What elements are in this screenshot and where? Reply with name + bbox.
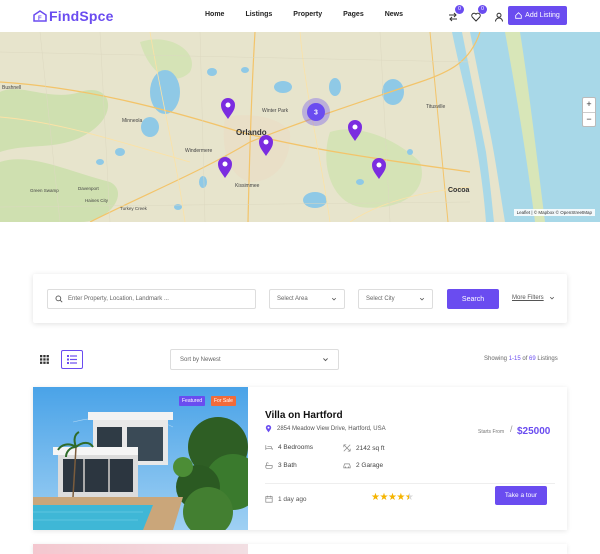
map-pin-marker[interactable] <box>221 98 235 119</box>
account-button[interactable] <box>494 9 504 22</box>
user-icon <box>495 12 503 22</box>
wishlist-button[interactable]: 0 <box>471 5 487 22</box>
results-total: 69 <box>529 356 536 362</box>
listings-map[interactable]: Orlando Bushnell Minneola Windermere Win… <box>0 32 600 222</box>
rating-stars: ★★★★★ <box>371 492 414 503</box>
bath-text: 3 Bath <box>278 462 297 469</box>
svg-text:F: F <box>38 16 42 22</box>
price-separator: / <box>510 424 513 434</box>
listing-card-next[interactable] <box>33 544 567 554</box>
price-label: Starts From <box>478 429 505 435</box>
star-icon: ★ <box>396 492 405 503</box>
chevron-down-icon <box>331 297 337 301</box>
listing-address: 2854 Meadow View Drive, Hartford, USA <box>265 425 386 433</box>
search-input[interactable]: Enter Property, Location, Landmark ... <box>47 289 256 309</box>
car-icon <box>343 463 351 469</box>
more-filters-link[interactable]: More Filters <box>512 295 555 301</box>
nav-listings[interactable]: Listings <box>245 11 272 18</box>
area-select-label: Select Area <box>277 296 308 302</box>
map-markers: 3 <box>218 98 386 179</box>
results-count: Showing 1-15 of 69 Listings <box>484 356 558 362</box>
results-suffix: Listings <box>535 356 558 362</box>
sort-select[interactable]: Sort by Newest <box>170 349 339 370</box>
svg-text:3: 3 <box>314 110 318 117</box>
search-placeholder: Enter Property, Location, Landmark ... <box>68 296 169 302</box>
posted-date: 1 day ago <box>265 495 307 503</box>
nav-property[interactable]: Property <box>293 11 322 18</box>
home-icon <box>515 12 522 19</box>
listing-image[interactable]: Featured For Sale <box>33 387 248 530</box>
zoom-in-button[interactable]: + <box>583 98 595 112</box>
map-pin-marker[interactable] <box>348 120 362 141</box>
chevron-down-icon <box>549 296 554 300</box>
posted-text: 1 day ago <box>278 495 307 503</box>
city-select-label: Select City <box>366 296 395 302</box>
zoom-out-button[interactable]: − <box>583 112 595 126</box>
main-nav: Home Listings Property Pages News <box>205 11 424 18</box>
map-pin-marker[interactable] <box>259 135 273 156</box>
results-of: of <box>520 356 530 362</box>
listing-image-next[interactable] <box>33 544 248 554</box>
bedrooms-text: 4 Bedrooms <box>278 444 314 451</box>
map-pin-marker[interactable] <box>218 157 232 178</box>
bed-icon <box>265 445 273 450</box>
search-icon <box>55 295 63 303</box>
nav-news[interactable]: News <box>385 11 403 18</box>
calendar-icon <box>265 495 273 503</box>
for-sale-tag: For Sale <box>211 396 236 406</box>
area-select[interactable]: Select Area <box>269 289 345 309</box>
area-text: 2142 sq ft <box>356 444 385 452</box>
sort-label: Sort by Newest <box>180 356 221 363</box>
search-panel: Enter Property, Location, Landmark ... S… <box>33 274 567 323</box>
grid-view-button[interactable] <box>33 350 55 369</box>
star-half-icon: ★ <box>404 492 414 503</box>
results-prefix: Showing <box>484 356 509 362</box>
listing-title[interactable]: Villa on Hartford <box>265 410 343 421</box>
location-pin-icon <box>265 425 272 433</box>
add-listing-button[interactable]: Add Listing <box>508 6 567 25</box>
star-icon: ★ <box>379 492 388 503</box>
listing-card[interactable]: Featured For Sale Villa on Hartford 2854… <box>33 387 567 530</box>
add-listing-label: Add Listing <box>525 12 560 19</box>
bath-icon <box>265 462 273 469</box>
results-range: 1-15 <box>508 356 521 362</box>
map-zoom-control: + − <box>582 97 596 127</box>
chevron-down-icon <box>419 297 425 301</box>
take-tour-button[interactable]: Take a tour <box>495 486 547 505</box>
villa-photo <box>33 387 248 530</box>
grid-icon <box>39 355 49 364</box>
card-divider <box>265 483 555 484</box>
featured-tag: Featured <box>179 396 206 406</box>
compare-badge: 0 <box>455 5 464 14</box>
map-attribution[interactable]: Leaflet | © Mapbox © OpenStreetMap <box>513 209 595 216</box>
nav-home[interactable]: Home <box>205 11 224 18</box>
nav-pages[interactable]: Pages <box>343 11 364 18</box>
garage-feature: 2 Garage <box>343 462 383 469</box>
area-icon <box>343 444 351 452</box>
area-feature: 2142 sq ft <box>343 444 385 452</box>
garage-text: 2 Garage <box>356 462 384 469</box>
logo[interactable]: F FindSpce <box>33 8 114 24</box>
list-icon <box>67 355 77 364</box>
home-logo-icon: F <box>33 10 47 22</box>
more-filters-label: More Filters <box>512 295 544 301</box>
search-button[interactable]: Search <box>447 289 499 309</box>
listing-price: $25000 <box>517 426 551 437</box>
bath-feature: 3 Bath <box>265 462 297 469</box>
city-select[interactable]: Select City <box>358 289 433 309</box>
header-icons: 0 0 <box>448 5 517 22</box>
bedrooms-feature: 4 Bedrooms <box>265 444 313 451</box>
list-view-button[interactable] <box>61 350 83 369</box>
compare-button[interactable]: 0 <box>448 5 464 22</box>
brand-name: FindSpce <box>49 8 114 24</box>
map-pin-marker[interactable] <box>372 158 386 179</box>
site-header: F FindSpce Home Listings Property Pages … <box>0 0 600 32</box>
address-text: 2854 Meadow View Drive, Hartford, USA <box>277 426 386 432</box>
wishlist-badge: 0 <box>478 5 487 14</box>
map-cluster-marker[interactable]: 3 <box>302 98 330 126</box>
chevron-down-icon <box>323 358 328 362</box>
